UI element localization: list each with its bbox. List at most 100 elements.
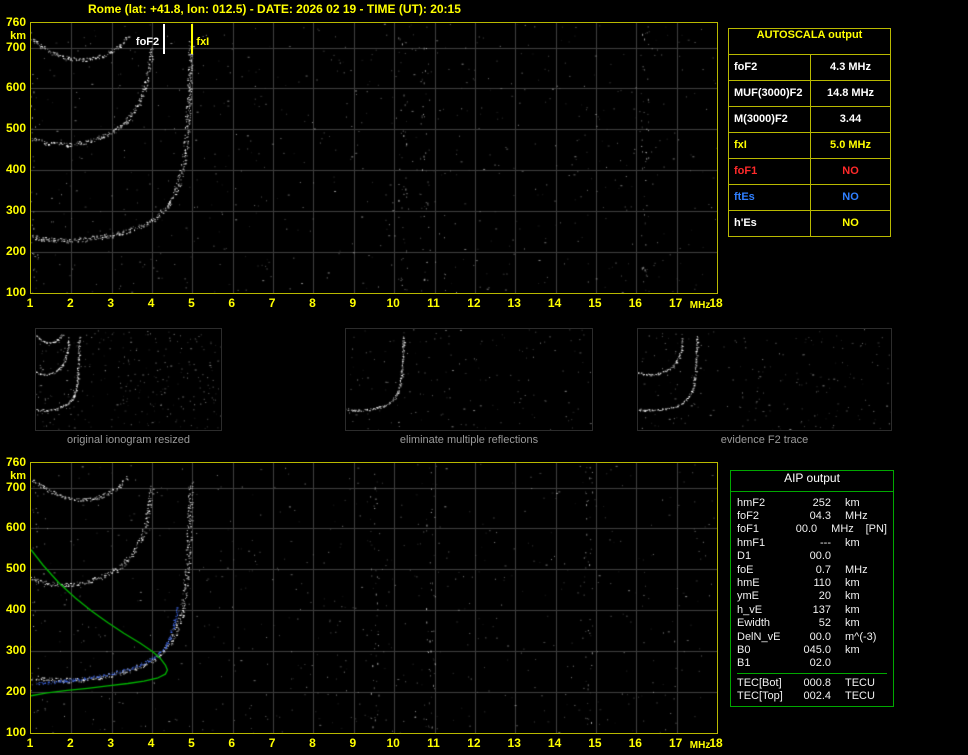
y-tick-label: 300 <box>0 643 26 657</box>
x-tick-label: 16 <box>624 736 646 750</box>
x-tick-label: 14 <box>544 736 566 750</box>
panel-eliminate-canvas <box>346 329 592 430</box>
x-tick-label: 4 <box>140 736 162 750</box>
x-tick-label: 3 <box>100 736 122 750</box>
autoscala-row-value: 4.3 MHz <box>810 55 890 80</box>
x-tick-label: 14 <box>544 296 566 310</box>
aip-row-label: TEC[Bot] <box>737 677 797 689</box>
autoscala-row-value: NO <box>810 185 890 210</box>
panel-original-canvas <box>36 329 221 430</box>
x-tick-label: 9 <box>342 736 364 750</box>
aip-row-unit: km <box>831 577 883 589</box>
autoscala-table-row: fxI5.0 MHz <box>729 132 890 158</box>
aip-row-value: 0.7 <box>797 564 831 576</box>
panel-original-caption: original ionogram resized <box>35 434 222 446</box>
y-tick-label: 760 <box>0 15 26 29</box>
aip-row-value: --- <box>797 537 831 549</box>
aip-row-value: 045.0 <box>797 644 831 656</box>
x-tick-label: 8 <box>301 296 323 310</box>
aip-row-note: [PN] <box>864 523 887 535</box>
aip-row-unit: km <box>831 537 883 549</box>
aip-table-row: TEC[Bot]000.8TECU <box>737 676 887 689</box>
x-tick-label: 13 <box>503 296 525 310</box>
panel-evidence-canvas <box>638 329 891 430</box>
autoscala-table-row: MUF(3000)F214.8 MHz <box>729 80 890 106</box>
aip-table-row: foF100.0MHz[PN] <box>737 523 887 536</box>
y-tick-label: 600 <box>0 80 26 94</box>
autoscala-row-value: NO <box>810 211 890 236</box>
autoscala-row-value: 5.0 MHz <box>810 133 890 158</box>
panel-eliminate-caption: eliminate multiple reflections <box>345 434 593 446</box>
aip-row-value: 04.3 <box>797 510 831 522</box>
aip-row-label: DelN_vE <box>737 631 797 643</box>
fof2-marker-line <box>163 24 165 54</box>
x-tick-label: 15 <box>584 296 606 310</box>
aip-row-value: 02.0 <box>797 657 831 669</box>
aip-row-unit: km <box>831 497 883 509</box>
aip-table-row: B0045.0km <box>737 643 887 656</box>
header-station-datetime: Rome (lat: +41.8, lon: 012.5) - DATE: 20… <box>88 2 461 16</box>
x-tick-label: 7 <box>261 296 283 310</box>
aip-tec-separator <box>737 673 887 674</box>
aip-row-unit: km <box>831 644 883 656</box>
x-tick-label: 5 <box>180 736 202 750</box>
aip-row-unit: km <box>831 604 883 616</box>
x-tick-label: 5 <box>180 296 202 310</box>
autoscala-table-row: h'EsNO <box>729 210 890 236</box>
x-tick-label: 2 <box>59 736 81 750</box>
y-tick-label: 760 <box>0 455 26 469</box>
y-tick-label: 600 <box>0 520 26 534</box>
bottom-ionogram-plot <box>30 462 718 734</box>
aip-row-label: B1 <box>737 657 797 669</box>
x-tick-label: 12 <box>463 736 485 750</box>
autoscala-row-label: foF2 <box>729 55 810 80</box>
autoscala-row-label: ftEs <box>729 185 810 210</box>
y-tick-label: 300 <box>0 203 26 217</box>
aip-row-unit: km <box>831 590 883 602</box>
autoscala-table-row: foF24.3 MHz <box>729 54 890 80</box>
x-tick-label: 6 <box>221 296 243 310</box>
autoscala-row-value: NO <box>810 159 890 184</box>
y-axis-unit-label: km <box>0 30 26 42</box>
autoscala-row-label: foF1 <box>729 159 810 184</box>
x-tick-label: 3 <box>100 296 122 310</box>
aip-row-unit: m^(-3) <box>831 631 883 643</box>
autoscala-row-label: MUF(3000)F2 <box>729 81 810 106</box>
aip-row-value: 137 <box>797 604 831 616</box>
x-axis-unit-label: MHz <box>690 300 711 311</box>
y-tick-label: 200 <box>0 684 26 698</box>
autoscala-app-window: Rome (lat: +41.8, lon: 012.5) - DATE: 20… <box>0 0 968 755</box>
x-tick-label: 10 <box>382 736 404 750</box>
aip-table-row: foE0.7MHz <box>737 563 887 576</box>
x-tick-label: 9 <box>342 296 364 310</box>
x-tick-label: 10 <box>382 296 404 310</box>
aip-row-label: hmF1 <box>737 537 797 549</box>
aip-table-row: D100.0 <box>737 550 887 563</box>
y-tick-label: 400 <box>0 162 26 176</box>
autoscala-table-row: foF1NO <box>729 158 890 184</box>
x-tick-label: 8 <box>301 736 323 750</box>
aip-row-value: 00.0 <box>797 631 831 643</box>
aip-row-value: 20 <box>797 590 831 602</box>
y-axis-unit-label: km <box>0 470 26 482</box>
autoscala-row-label: h'Es <box>729 211 810 236</box>
aip-row-label: B0 <box>737 644 797 656</box>
top-ionogram-plot <box>30 22 718 294</box>
aip-table-row: hmE110km <box>737 576 887 589</box>
x-tick-label: 12 <box>463 296 485 310</box>
aip-row-label: Ewidth <box>737 617 797 629</box>
x-tick-label: 1 <box>19 736 41 750</box>
aip-row-label: hmF2 <box>737 497 797 509</box>
aip-table-row: DelN_vE00.0m^(-3) <box>737 630 887 643</box>
aip-row-unit: TECU <box>831 690 883 702</box>
x-axis-unit-label: MHz <box>690 740 711 751</box>
x-tick-label: 13 <box>503 736 525 750</box>
panel-evidence-caption: evidence F2 trace <box>637 434 892 446</box>
aip-row-value: 252 <box>797 497 831 509</box>
x-tick-label: 11 <box>423 736 445 750</box>
panel-evidence-f2 <box>637 328 892 431</box>
aip-row-value: 000.8 <box>797 677 831 689</box>
autoscala-row-value: 14.8 MHz <box>810 81 890 106</box>
top-ionogram-canvas <box>31 23 717 293</box>
aip-row-label: ymE <box>737 590 797 602</box>
